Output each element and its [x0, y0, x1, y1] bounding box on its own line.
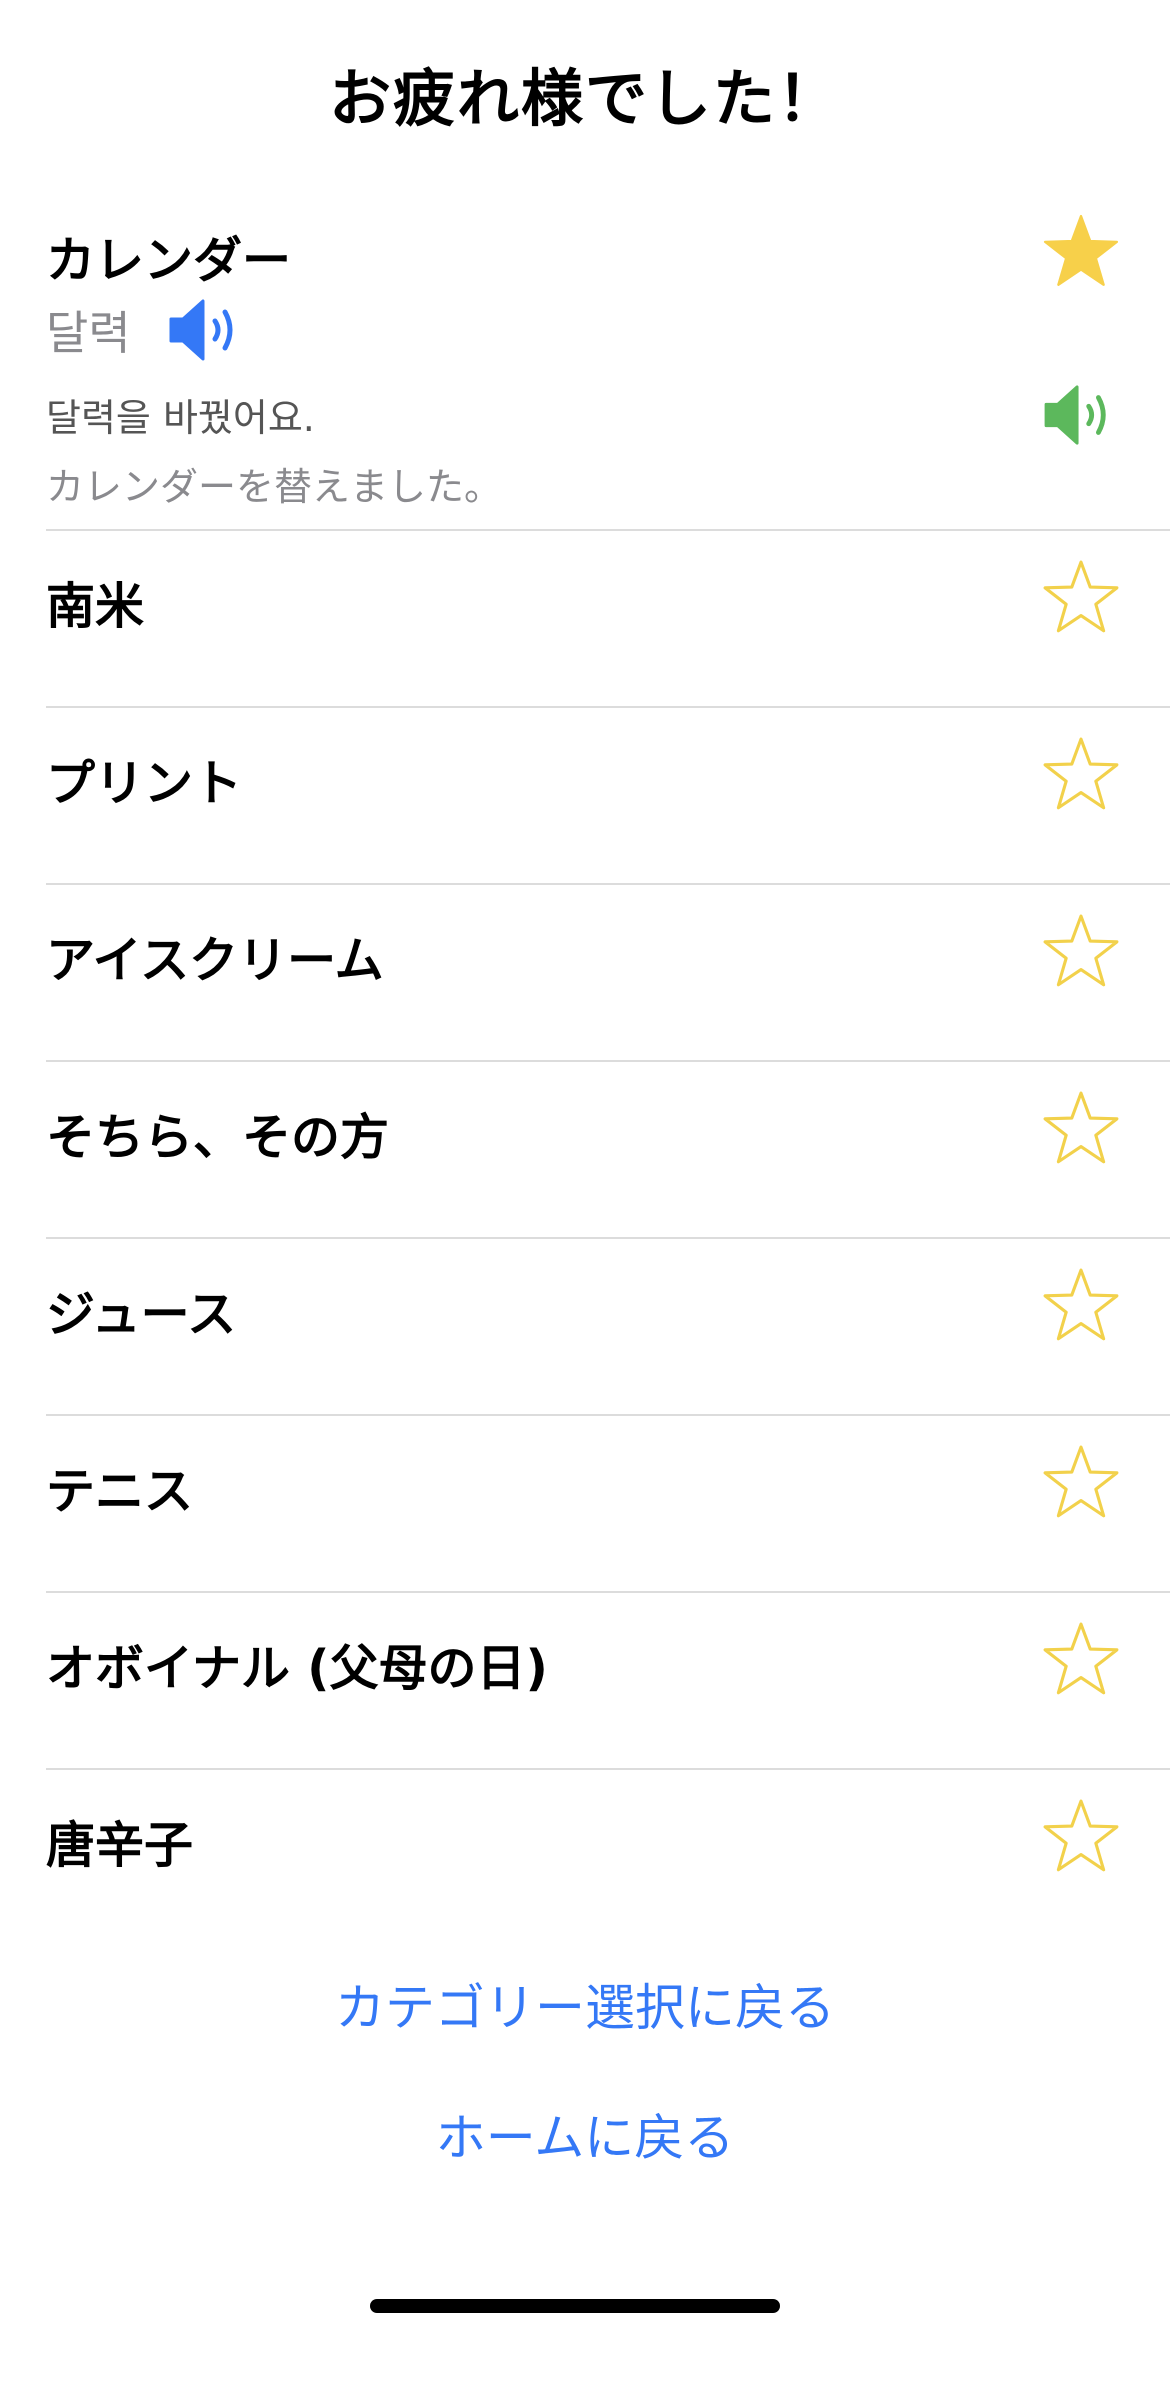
word-list: カレンダー 달력 달력을 바꿨어요. カレンダーを替えました。 南米 プリント …: [0, 185, 1170, 1947]
star-outline-icon[interactable]: [1042, 1444, 1120, 1522]
home-indicator[interactable]: [370, 2299, 780, 2313]
word-row[interactable]: そちら、その方: [0, 1062, 1170, 1239]
word-row[interactable]: カレンダー 달력 달력을 바꿨어요. カレンダーを替えました。: [0, 185, 1170, 531]
speaker-icon[interactable]: [1042, 383, 1118, 447]
example-sentence: 달력을 바꿨어요.: [46, 396, 315, 440]
word-term: 南米: [46, 578, 145, 635]
example-translation: カレンダーを替えました。: [46, 465, 503, 509]
star-outline-icon[interactable]: [1042, 1798, 1120, 1876]
word-translation: 달력: [46, 306, 131, 360]
word-row[interactable]: プリント: [0, 708, 1170, 885]
back-to-category-button[interactable]: カテゴリー選択に戻る: [0, 1968, 1170, 2040]
word-term: そちら、その方: [46, 1109, 390, 1166]
word-term: 唐辛子: [46, 1817, 194, 1874]
word-row[interactable]: 唐辛子: [0, 1770, 1170, 1947]
word-term: プリント: [46, 755, 243, 812]
word-row[interactable]: オボイナル (父母の日): [0, 1593, 1170, 1770]
star-outline-icon[interactable]: [1042, 1621, 1120, 1699]
star-outline-icon[interactable]: [1042, 559, 1120, 637]
word-term: カレンダー: [46, 232, 292, 289]
star-outline-icon[interactable]: [1042, 736, 1120, 814]
word-row[interactable]: アイスクリーム: [0, 885, 1170, 1062]
star-outline-icon[interactable]: [1042, 913, 1120, 991]
word-term: オボイナル (父母の日): [46, 1640, 548, 1697]
word-row[interactable]: ジュース: [0, 1239, 1170, 1416]
word-row[interactable]: 南米: [0, 531, 1170, 708]
word-term: アイスクリーム: [46, 932, 384, 989]
word-term: ジュース: [46, 1286, 237, 1343]
speaker-icon[interactable]: [167, 297, 245, 363]
word-term: テニス: [46, 1463, 194, 1520]
back-to-home-button[interactable]: ホームに戻る: [0, 2098, 1170, 2170]
translation-line: 달력: [46, 295, 245, 365]
word-row[interactable]: テニス: [0, 1416, 1170, 1593]
page-title: お疲れ様でした！: [328, 62, 841, 135]
star-filled-icon[interactable]: [1042, 213, 1120, 291]
star-outline-icon[interactable]: [1042, 1090, 1120, 1168]
star-outline-icon[interactable]: [1042, 1267, 1120, 1345]
